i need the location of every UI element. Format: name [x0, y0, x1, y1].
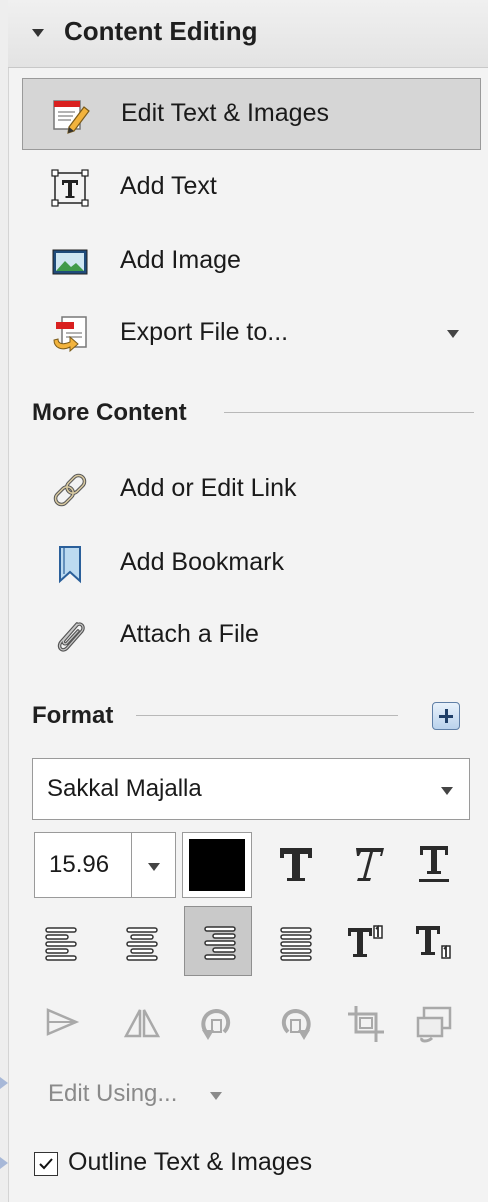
font-family-dropdown[interactable]: Sakkal Majalla	[32, 758, 470, 820]
add-bookmark-label: Add Bookmark	[120, 548, 284, 576]
align-left-button[interactable]	[30, 910, 94, 974]
text-color-swatch[interactable]	[182, 832, 252, 898]
rotate-cw-button[interactable]	[264, 992, 328, 1056]
subscript-button[interactable]	[402, 910, 466, 974]
add-text-label: Add Text	[120, 172, 217, 200]
subscript-icon	[416, 926, 451, 959]
font-family-value: Sakkal Majalla	[47, 775, 202, 802]
align-justify-button[interactable]	[264, 910, 328, 974]
bold-button[interactable]	[264, 832, 328, 896]
italic-T-icon	[356, 848, 384, 881]
bookmark-icon	[59, 546, 81, 584]
chevron-down-icon[interactable]	[447, 330, 459, 338]
add-text-icon	[51, 169, 89, 207]
attach-file-button[interactable]: Attach a File	[22, 600, 481, 672]
flip-vertical-icon	[123, 1009, 161, 1038]
replace-image-icon	[416, 1006, 452, 1043]
section-divider	[136, 715, 398, 716]
align-right-icon	[204, 926, 236, 960]
panel-header[interactable]: Content Editing	[8, 0, 488, 68]
attach-file-label: Attach a File	[120, 620, 259, 648]
replace-image-button[interactable]	[402, 992, 466, 1056]
align-center-icon	[126, 927, 158, 961]
font-size-combobox[interactable]: 15.96	[34, 832, 176, 898]
add-image-label: Add Image	[120, 246, 241, 274]
export-file-icon	[53, 316, 87, 353]
superscript-icon	[348, 924, 383, 957]
align-center-button[interactable]	[110, 910, 174, 974]
format-heading: Format	[32, 702, 114, 729]
align-right-button[interactable]	[184, 906, 252, 976]
chevron-down-icon[interactable]	[210, 1092, 222, 1100]
edit-text-images-label: Edit Text & Images	[121, 99, 329, 127]
expand-format-plus-icon[interactable]	[432, 702, 460, 730]
chevron-down-icon	[441, 787, 453, 795]
paperclip-icon	[57, 622, 85, 652]
rotate-ccw-button[interactable]	[184, 992, 248, 1056]
underline-T-icon	[419, 846, 449, 882]
export-file-label: Export File to...	[120, 318, 289, 346]
link-icon	[53, 473, 87, 507]
add-text-button[interactable]: Add Text	[22, 152, 481, 224]
edit-text-images-button[interactable]: Edit Text & Images	[22, 78, 481, 150]
add-edit-link-label: Add or Edit Link	[120, 474, 297, 502]
edit-text-images-icon	[53, 100, 90, 134]
add-edit-link-button[interactable]: Add or Edit Link	[22, 454, 481, 526]
edit-using-dropdown[interactable]: Edit Using...	[48, 1080, 177, 1108]
text-color-fill	[189, 839, 245, 891]
superscript-button[interactable]	[334, 910, 398, 974]
rotate-ccw-icon	[201, 1008, 231, 1040]
italic-button[interactable]	[334, 832, 398, 896]
export-file-button[interactable]: Export File to...	[22, 298, 481, 370]
bold-T-icon	[280, 848, 312, 881]
font-size-value: 15.96	[49, 851, 110, 878]
chevron-down-icon[interactable]	[148, 863, 160, 871]
checkmark-icon	[39, 1158, 53, 1170]
add-image-icon	[52, 249, 88, 275]
underline-button[interactable]	[402, 832, 466, 896]
add-bookmark-button[interactable]: Add Bookmark	[22, 528, 481, 600]
crop-button[interactable]	[334, 992, 398, 1056]
more-content-heading: More Content	[32, 399, 187, 426]
collapse-triangle-icon[interactable]	[32, 29, 44, 37]
align-justify-icon	[280, 927, 312, 961]
flip-horizontal-icon	[46, 1008, 80, 1036]
flip-vertical-button[interactable]	[110, 992, 174, 1056]
panel-edge-arrow	[0, 1077, 8, 1089]
section-divider	[224, 412, 474, 413]
outline-text-images-checkbox[interactable]	[34, 1152, 58, 1176]
crop-icon	[348, 1006, 384, 1042]
flip-horizontal-button[interactable]	[30, 992, 94, 1056]
outline-text-images-label: Outline Text & Images	[68, 1148, 313, 1176]
panel-edge-arrow	[0, 1157, 8, 1169]
rotate-cw-icon	[281, 1008, 311, 1040]
align-left-icon	[45, 927, 77, 961]
panel-title: Content Editing	[64, 16, 258, 46]
add-image-button[interactable]: Add Image	[22, 226, 481, 298]
